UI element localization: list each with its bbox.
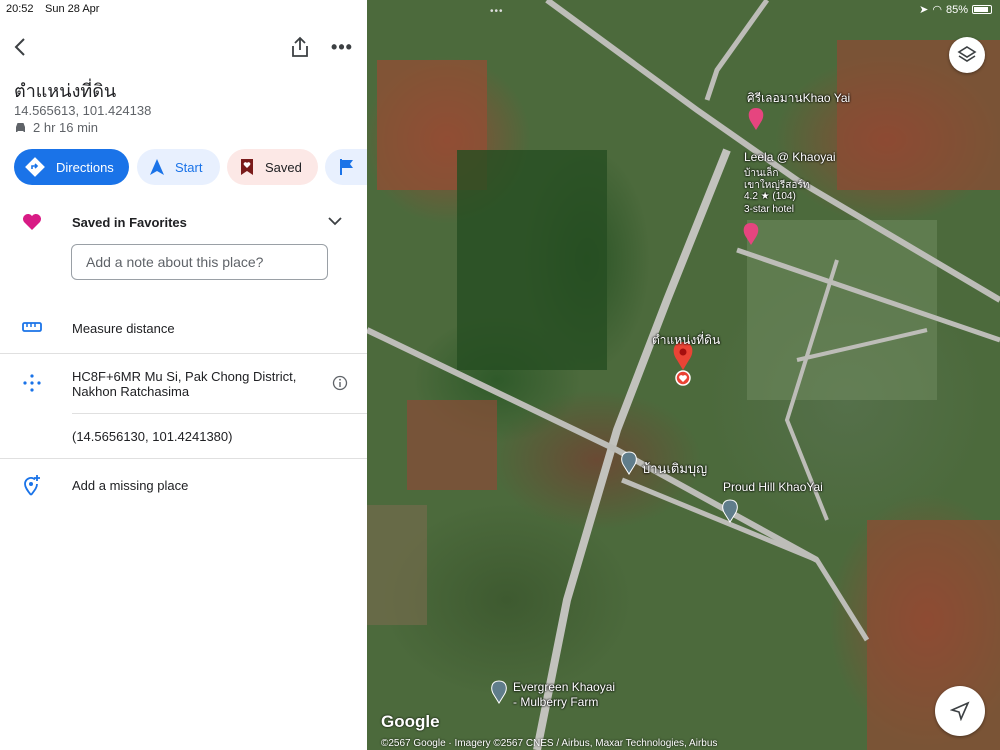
field-patch: [407, 400, 497, 490]
navigation-arrow-icon: [150, 159, 164, 175]
more-dots-icon: •••: [331, 36, 353, 57]
battery-icon: [972, 5, 992, 14]
note-input[interactable]: Add a note about this place?: [71, 244, 328, 280]
status-time: 20:52: [6, 3, 34, 15]
start-label: Start: [175, 159, 203, 175]
directions-button[interactable]: Directions: [14, 149, 129, 185]
more-options-button[interactable]: •••: [330, 32, 354, 62]
action-chips: Directions Start Saved: [14, 149, 367, 185]
add-location-icon: [24, 475, 40, 496]
address-line2: Nakhon Ratchasima: [72, 384, 190, 399]
layers-icon: [957, 46, 977, 62]
map-label-mulberry[interactable]: - Mulberry Farm: [513, 695, 598, 709]
address-line1: HC8F+6MR Mu Si, Pak Chong District,: [72, 369, 297, 384]
map-label-leela-class: 3-star hotel: [744, 204, 795, 215]
status-date: Sun 28 Apr: [45, 3, 100, 15]
status-bar: 20:52 Sun 28 Apr ➤ ◠ 85%: [0, 0, 1000, 18]
panel-topbar: •••: [0, 32, 367, 62]
wifi-icon: ◠: [932, 4, 942, 16]
map-label-leela[interactable]: Leela @ Khaoyai: [744, 150, 836, 164]
divider: [0, 458, 367, 459]
forest-patch: [457, 150, 607, 370]
saved-favorites-row[interactable]: Saved in Favorites: [0, 210, 367, 232]
place-pin-icon[interactable]: [722, 499, 738, 523]
battery-percent: 85%: [945, 3, 968, 16]
saved-label: Saved: [265, 159, 302, 175]
map-layers-button[interactable]: [949, 37, 985, 73]
car-icon: [16, 123, 25, 132]
place-pin-icon[interactable]: [621, 451, 637, 475]
add-missing-place-label: Add a missing place: [72, 478, 189, 493]
location-arrow-icon: ➤: [919, 4, 929, 16]
satellite-map[interactable]: ••• ศิรีเลอมานKhao Yai Leela @ Khaoyai บ…: [367, 0, 1000, 750]
map-label-baan[interactable]: บ้านเติมบุญ: [642, 458, 707, 479]
add-missing-place-row[interactable]: Add a missing place: [0, 473, 367, 497]
place-title: ตำแหน่งที่ดิน: [14, 81, 117, 102]
place-coordinates: 14.565613, 101.424138: [14, 103, 152, 118]
share-button[interactable]: [288, 34, 312, 60]
place-panel: ••• ตำแหน่งที่ดิน 14.565613, 101.424138 …: [0, 0, 367, 750]
drive-time-text: 2 hr 16 min: [33, 120, 99, 135]
my-location-button[interactable]: [935, 686, 985, 736]
back-button[interactable]: [10, 32, 30, 62]
share-icon: [292, 36, 308, 57]
saved-button[interactable]: Saved: [227, 149, 318, 185]
directions-label: Directions: [56, 159, 114, 175]
map-label-resort[interactable]: ศิรีเลอมานKhao Yai: [747, 89, 850, 108]
measure-distance-row[interactable]: Measure distance: [0, 316, 367, 340]
plus-code-icon: [23, 374, 41, 392]
map-label-pin[interactable]: ตำแหน่งที่ดิน: [652, 331, 720, 350]
app-root: 20:52 Sun 28 Apr ➤ ◠ 85% ••• ตำแหน่งที่ด…: [0, 0, 1000, 750]
divider: [0, 353, 367, 354]
ruler-icon: [22, 322, 42, 332]
map-label-leela-rating: 4.2 ★ (104): [744, 191, 796, 202]
address-row[interactable]: HC8F+6MR Mu Si, Pak Chong District, Nakh…: [0, 368, 367, 402]
chevron-down-icon[interactable]: [328, 216, 342, 226]
road: [621, 477, 870, 642]
flag-icon: [340, 159, 353, 175]
map-roads: [367, 0, 1000, 750]
hotel-pin-icon[interactable]: [748, 108, 764, 130]
heart-icon: [23, 214, 41, 230]
navigation-arrow-icon: [950, 701, 970, 721]
drive-time: 2 hr 16 min: [14, 120, 98, 135]
precise-coordinates: (14.5656130, 101.4241380): [72, 429, 233, 444]
map-attribution: ©2567 Google · Imagery ©2567 CNES / Airb…: [381, 738, 718, 749]
google-logo: Google: [381, 712, 440, 731]
status-right: ➤ ◠ 85%: [919, 3, 992, 16]
bookmark-heart-icon: [241, 159, 253, 175]
start-button[interactable]: Start: [137, 149, 220, 185]
divider: [72, 413, 367, 414]
saved-favorites-label: Saved in Favorites: [72, 215, 187, 230]
precise-coordinates-row[interactable]: (14.5656130, 101.4241380): [0, 428, 367, 446]
map-label-evergreen[interactable]: Evergreen Khaoyai: [513, 680, 615, 694]
field-patch: [367, 505, 427, 625]
chevron-left-icon: [14, 38, 25, 56]
place-pin-icon[interactable]: [491, 680, 507, 704]
label-button[interactable]: [325, 149, 367, 185]
map-label-proud-hill[interactable]: Proud Hill KhaoYai: [723, 480, 823, 494]
measure-distance-label: Measure distance: [72, 321, 175, 336]
directions-icon: [25, 157, 45, 177]
info-icon[interactable]: [332, 375, 348, 391]
